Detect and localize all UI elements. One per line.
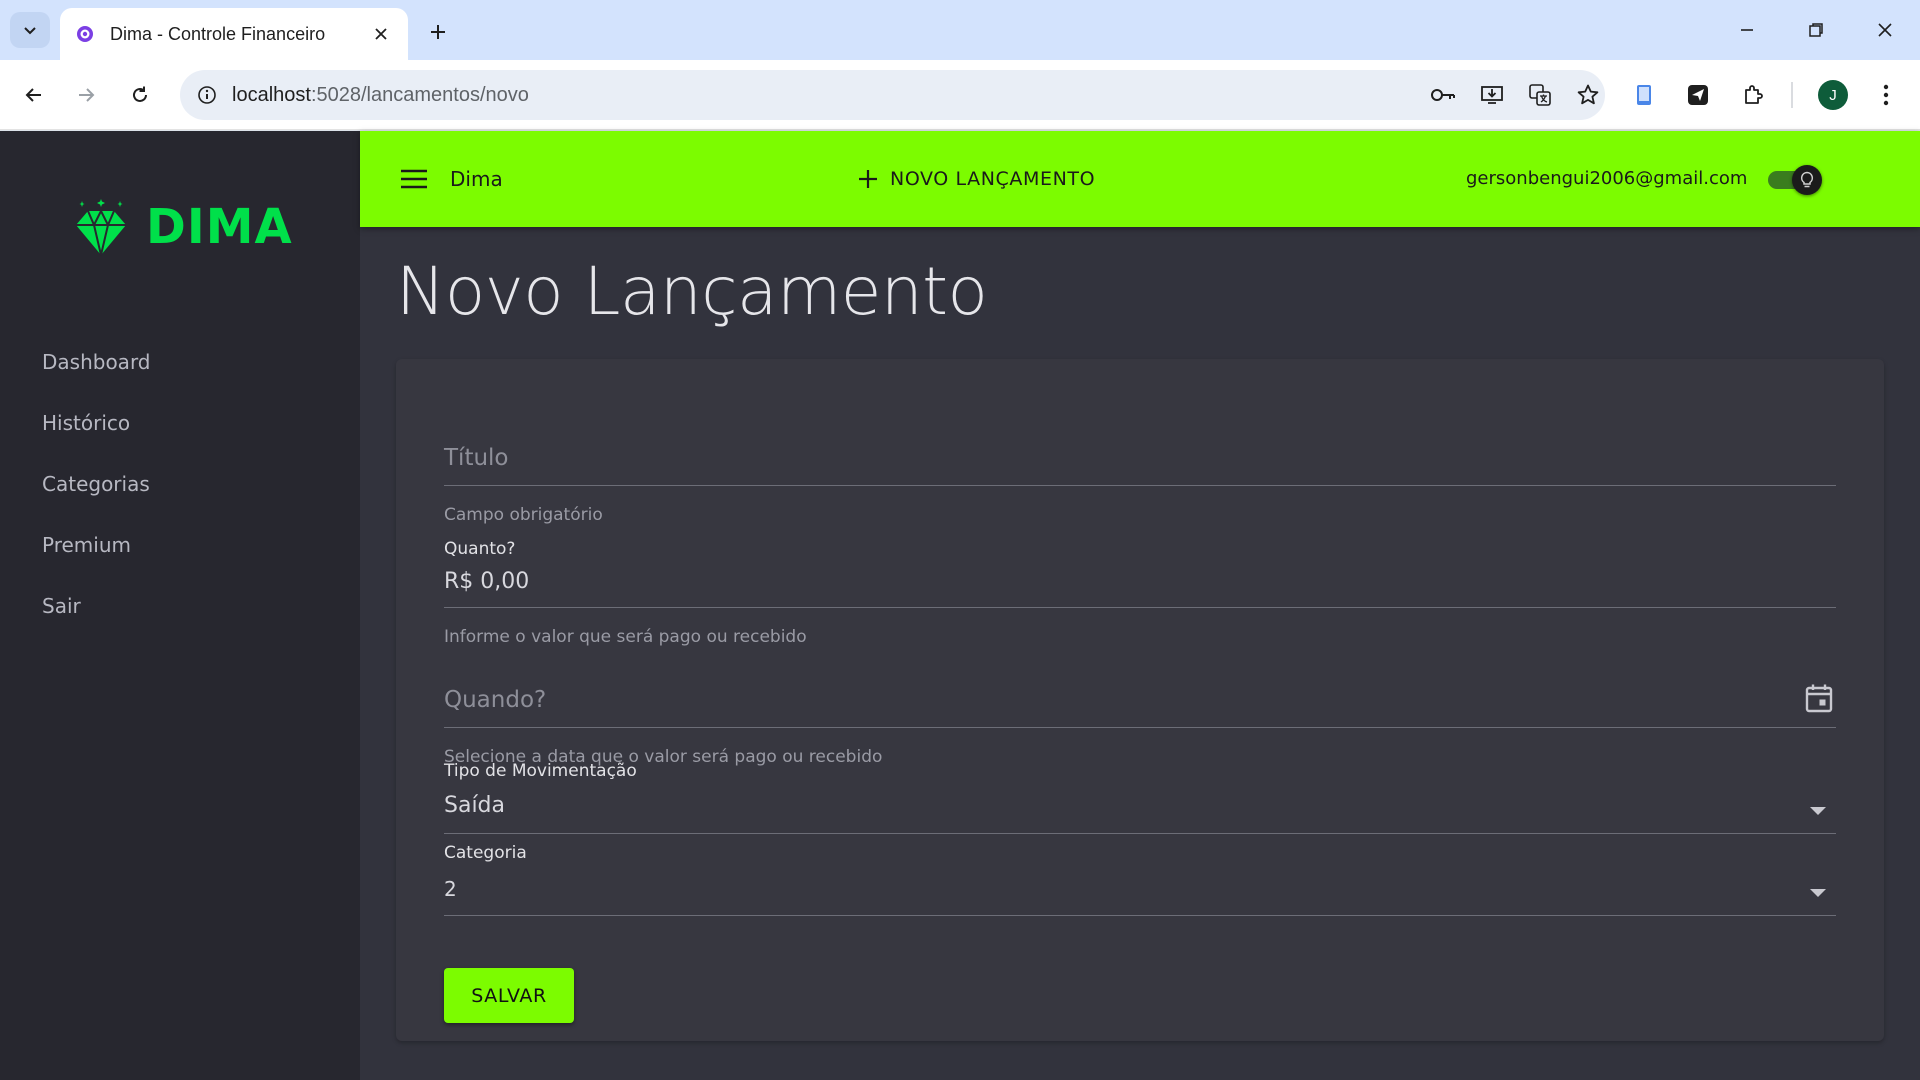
chevron-down-icon bbox=[24, 27, 36, 35]
app-root: DIMA Dashboard Histórico Categorias Prem… bbox=[0, 131, 1920, 1080]
sidebar-item-sair[interactable]: Sair bbox=[0, 575, 360, 636]
transaction-type-value: Saída bbox=[444, 793, 506, 818]
amount-label: Quanto? bbox=[444, 539, 516, 559]
transaction-type-label: Tipo de Movimentação bbox=[444, 761, 637, 781]
arrow-right-icon bbox=[79, 88, 95, 102]
close-tab-icon[interactable] bbox=[368, 21, 394, 47]
lightbulb-icon bbox=[1800, 171, 1814, 188]
app-favicon-icon bbox=[74, 23, 96, 45]
restore-window-button[interactable] bbox=[1791, 10, 1841, 50]
extension-send-icon[interactable] bbox=[1678, 75, 1718, 115]
save-button[interactable]: SALVAR bbox=[444, 968, 574, 1023]
title-field[interactable]: Título Campo obrigatório bbox=[444, 419, 1836, 525]
title-helper-text: Campo obrigatório bbox=[444, 505, 603, 525]
title-input[interactable]: Título bbox=[444, 445, 509, 471]
app-bar: Dima NOVO LANÇAMENTO gersonbengui2006@gm… bbox=[360, 131, 1920, 227]
translate-icon[interactable] bbox=[1520, 75, 1560, 115]
sidebar-item-historico[interactable]: Histórico bbox=[0, 392, 360, 453]
minimize-icon bbox=[1741, 29, 1753, 31]
dropdown-arrow-icon bbox=[1810, 807, 1826, 815]
menu-toggle-button[interactable] bbox=[396, 161, 432, 197]
switch-thumb bbox=[1792, 165, 1822, 195]
reload-button[interactable] bbox=[120, 75, 160, 115]
page-title: Novo Lançamento bbox=[396, 253, 988, 330]
amount-underline bbox=[444, 607, 1836, 608]
sidebar-nav: Dashboard Histórico Categorias Premium S… bbox=[0, 331, 360, 636]
reload-icon bbox=[133, 86, 147, 102]
new-transaction-button[interactable]: NOVO LANÇAMENTO bbox=[850, 157, 1103, 201]
close-icon bbox=[1878, 23, 1892, 37]
new-tab-button[interactable] bbox=[420, 14, 456, 50]
date-underline bbox=[444, 727, 1836, 728]
arrow-left-icon bbox=[25, 88, 41, 102]
site-info-icon[interactable] bbox=[182, 70, 232, 120]
amount-input[interactable]: R$ 0,00 bbox=[444, 569, 529, 594]
brand-name: DIMA bbox=[146, 199, 293, 255]
category-select[interactable]: Categoria 2 bbox=[444, 843, 1836, 923]
tab-title: Dima - Controle Financeiro bbox=[110, 23, 326, 44]
title-underline bbox=[444, 485, 1836, 486]
amount-field[interactable]: Quanto? R$ 0,00 Informe o valor que será… bbox=[444, 539, 1836, 647]
brand-logo[interactable]: DIMA bbox=[74, 197, 293, 257]
date-field[interactable]: Quando? Selecione a data que o valor ser… bbox=[444, 659, 1836, 767]
install-app-icon[interactable] bbox=[1472, 75, 1512, 115]
browser-menu-icon[interactable] bbox=[1866, 75, 1906, 115]
transaction-type-select[interactable]: Tipo de Movimentação Saída bbox=[444, 761, 1836, 841]
browser-toolbar: localhost:5028/lancamentos/novo J bbox=[0, 60, 1920, 130]
url-text: localhost:5028/lancamentos/novo bbox=[232, 83, 529, 106]
password-key-icon[interactable] bbox=[1423, 75, 1463, 115]
category-label: Categoria bbox=[444, 843, 527, 863]
browser-tab-active[interactable]: Dima - Controle Financeiro bbox=[60, 8, 408, 60]
restore-icon bbox=[1809, 23, 1823, 37]
address-bar[interactable]: localhost:5028/lancamentos/novo bbox=[180, 70, 1605, 120]
category-value: 2 bbox=[444, 877, 457, 901]
sidebar-item-categorias[interactable]: Categorias bbox=[0, 453, 360, 514]
dropdown-arrow-icon bbox=[1810, 889, 1826, 897]
profile-avatar[interactable]: J bbox=[1818, 80, 1848, 110]
calendar-icon[interactable] bbox=[1802, 681, 1836, 715]
hamburger-menu-icon bbox=[401, 169, 427, 189]
diamond-icon bbox=[76, 199, 126, 256]
browser-tab-strip: Dima - Controle Financeiro bbox=[0, 0, 1920, 60]
app-bar-title: Dima bbox=[450, 167, 503, 191]
transaction-type-underline bbox=[444, 833, 1836, 834]
plus-icon bbox=[431, 25, 445, 39]
back-button[interactable] bbox=[14, 75, 54, 115]
extensions-puzzle-icon[interactable] bbox=[1733, 75, 1773, 115]
theme-toggle-switch[interactable] bbox=[1766, 165, 1822, 195]
extension-phone-icon[interactable] bbox=[1624, 75, 1664, 115]
sidebar: DIMA Dashboard Histórico Categorias Prem… bbox=[0, 131, 360, 1080]
user-email: gersonbengui2006@gmail.com bbox=[1466, 168, 1748, 189]
category-underline bbox=[444, 915, 1836, 916]
forward-button[interactable] bbox=[66, 75, 106, 115]
amount-helper-text: Informe o valor que será pago ou recebid… bbox=[444, 627, 807, 647]
sidebar-item-dashboard[interactable]: Dashboard bbox=[0, 331, 360, 392]
new-transaction-label: NOVO LANÇAMENTO bbox=[890, 168, 1096, 190]
transaction-form-card: Título Campo obrigatório Quanto? R$ 0,00… bbox=[396, 359, 1884, 1041]
minimize-window-button[interactable] bbox=[1722, 10, 1772, 50]
tab-search-button[interactable] bbox=[10, 12, 50, 48]
plus-icon bbox=[859, 170, 877, 188]
bookmark-star-icon[interactable] bbox=[1568, 75, 1608, 115]
date-input[interactable]: Quando? bbox=[444, 687, 546, 713]
sidebar-item-premium[interactable]: Premium bbox=[0, 514, 360, 575]
close-window-button[interactable] bbox=[1860, 10, 1910, 50]
toolbar-separator bbox=[1791, 82, 1793, 108]
